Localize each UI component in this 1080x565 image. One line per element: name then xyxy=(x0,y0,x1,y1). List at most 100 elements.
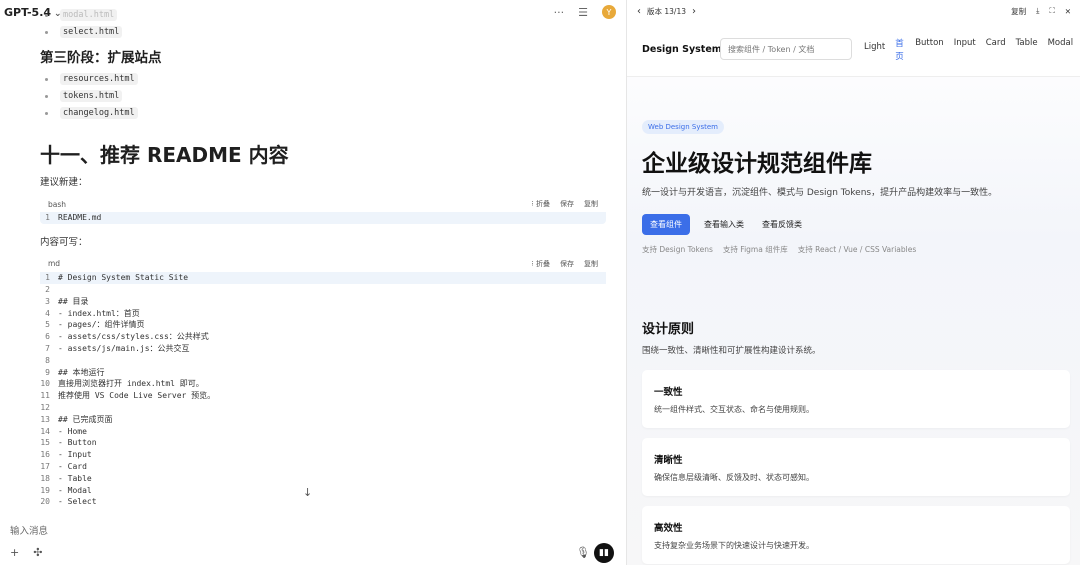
principle-card: 高效性 支持复杂业务场景下的快速设计与快速开发。 xyxy=(642,506,1070,564)
principle-card: 一致性 统一组件样式、交互状态、命名与使用规则。 xyxy=(642,370,1070,428)
line-number: 10 xyxy=(40,379,50,389)
collapse-button[interactable]: ⁝ 折叠 xyxy=(532,199,550,209)
code-text: ## 目录 xyxy=(58,296,89,306)
code-line: 1 README.md xyxy=(40,212,606,224)
nav-link-home[interactable]: 首页 xyxy=(895,38,905,64)
stage3-heading: 第三阶段：扩展站点 xyxy=(40,50,162,66)
code-text: ## 已完成页面 xyxy=(58,414,113,424)
line-number: 15 xyxy=(40,438,50,448)
code-line: 4 - index.html：首页 xyxy=(40,307,606,319)
code-actions: ⁝ 折叠 保存 复制 xyxy=(532,259,598,269)
nav-link-table[interactable]: Table xyxy=(1016,38,1038,64)
code-line: 5 - pages/：组件详情页 xyxy=(40,319,606,331)
card-title: 清晰性 xyxy=(654,455,683,466)
nav-link-input[interactable]: Input xyxy=(954,38,976,64)
code-line: 10 直接用浏览器打开 index.html 即可。 xyxy=(40,378,606,390)
chevron-left-icon[interactable]: ‹ xyxy=(637,6,641,17)
chevron-right-icon[interactable]: › xyxy=(692,6,696,17)
site-brand[interactable]: Design System xyxy=(642,44,722,55)
list-item: modal.html xyxy=(40,6,606,23)
line-number: 20 xyxy=(40,497,50,507)
support-item: 支持 React / Vue / CSS Variables xyxy=(797,245,917,254)
code-text: - assets/js/main.js：公共交互 xyxy=(58,343,190,353)
line-number: 6 xyxy=(45,332,50,342)
list-item: resources.html xyxy=(40,70,606,87)
code-text: # Design System Static Site xyxy=(58,273,189,283)
copy-button[interactable]: 复制 xyxy=(584,199,598,209)
nav-link-modal[interactable]: Modal xyxy=(1048,38,1074,64)
code-line: 14 - Home xyxy=(40,425,606,437)
code-line: 13 ## 已完成页面 xyxy=(40,413,606,425)
code-line: 11 推荐使用 VS Code Live Server 预览。 xyxy=(40,390,606,402)
code-text: 推荐使用 VS Code Live Server 预览。 xyxy=(58,391,216,401)
message-input[interactable]: 输入消息 xyxy=(10,523,48,537)
line-number: 17 xyxy=(40,461,50,471)
section-heading: 十一、推荐 README 内容 xyxy=(40,143,289,167)
list-item: tokens.html xyxy=(40,87,606,104)
line-number: 7 xyxy=(45,343,50,353)
code-lines: 1 README.md xyxy=(40,212,606,224)
list-item: changelog.html xyxy=(40,104,606,121)
code-lines: 1 # Design System Static Site 2 3 ## 目录 4 - in… xyxy=(40,271,606,508)
view-inputs-button[interactable]: 查看输入类 xyxy=(700,214,748,235)
download-icon[interactable]: ⤓ xyxy=(1036,6,1039,16)
scroll-down-icon[interactable]: ↓ xyxy=(303,486,312,499)
site-navbar: Design System 搜索组件 / Token / 文档 Light 首页… xyxy=(627,22,1080,77)
chat-pane: GPT-5.4 ⌄ ··· ☰ Y modal.html select.html … xyxy=(0,0,626,565)
preview-pane: ‹ 版本 13/13 › 复制 ⤓ ⛶ ✕ Design System 搜索组件… xyxy=(626,0,1080,565)
message-content: modal.html select.html 第三阶段：扩展站点 resourc… xyxy=(40,0,606,518)
mic-icon[interactable]: 🎙 xyxy=(576,546,590,559)
theme-toggle[interactable]: Light xyxy=(864,42,885,64)
card-description: 确保信息层级清晰、反馈及时、状态可感知。 xyxy=(654,473,814,482)
save-button[interactable]: 保存 xyxy=(560,259,574,269)
plus-icon[interactable]: + xyxy=(10,546,19,559)
save-button[interactable]: 保存 xyxy=(560,199,574,209)
code-line: 17 - Card xyxy=(40,461,606,473)
code-block-md: md ⁝ 折叠 保存 复制 1 # Design System Static Si… xyxy=(40,255,606,508)
line-number: 4 xyxy=(45,308,50,318)
site-search-input[interactable]: 搜索组件 / Token / 文档 xyxy=(720,38,852,60)
copy-button[interactable]: 复制 xyxy=(1011,6,1026,17)
code-text: ## 本地运行 xyxy=(58,367,105,377)
site-preview: Design System 搜索组件 / Token / 文档 Light 首页… xyxy=(627,22,1080,565)
card-title: 一致性 xyxy=(654,387,683,398)
voice-mode-icon[interactable]: ▮▮ xyxy=(594,543,614,563)
bullet-icon xyxy=(45,31,48,34)
inline-code: modal.html xyxy=(60,8,118,21)
code-line: 16 - Input xyxy=(40,449,606,461)
bullet-icon xyxy=(45,95,48,98)
view-components-button[interactable]: 查看组件 xyxy=(642,214,690,235)
code-text: - Select xyxy=(58,497,97,507)
code-block-bash: bash ⁝ 折叠 保存 复制 1 README.md xyxy=(40,196,606,224)
collapse-button[interactable]: ⁝ 折叠 xyxy=(532,259,550,269)
code-language: bash xyxy=(48,199,67,209)
inline-code: tokens.html xyxy=(60,89,123,102)
hero-tag: Web Design System xyxy=(642,120,724,134)
code-text: - Home xyxy=(58,426,87,436)
copy-button[interactable]: 复制 xyxy=(584,259,598,269)
code-text: - index.html：首页 xyxy=(58,308,140,318)
line-number: 14 xyxy=(40,426,50,436)
code-actions: ⁝ 折叠 保存 复制 xyxy=(532,199,598,209)
fullscreen-icon[interactable]: ⛶ xyxy=(1049,6,1054,16)
nav-link-button[interactable]: Button xyxy=(915,38,943,64)
line-number: 9 xyxy=(45,367,50,377)
collapse-label: 折叠 xyxy=(536,200,550,208)
principles-title: 设计原则 xyxy=(642,322,695,337)
version-switcher: ‹ 版本 13/13 › xyxy=(637,6,696,17)
code-text: - Button xyxy=(58,438,97,448)
tools-icon[interactable]: ✣ xyxy=(33,546,42,559)
hero-description: 统一设计与开发语言，沉淀组件、模式与 Design Tokens，提升产品构建效… xyxy=(642,188,998,198)
code-line: 2 xyxy=(40,284,606,296)
code-text: - Table xyxy=(58,473,92,483)
code-line: 1 # Design System Static Site xyxy=(40,271,606,284)
line-number: 1 xyxy=(45,213,50,223)
paragraph: 内容可写： xyxy=(40,236,88,248)
line-number: 2 xyxy=(45,284,50,294)
hero-buttons: 查看组件 查看输入类 查看反馈类 xyxy=(642,214,806,235)
close-icon[interactable]: ✕ xyxy=(1065,7,1071,16)
line-number: 11 xyxy=(40,391,50,401)
view-feedback-button[interactable]: 查看反馈类 xyxy=(758,214,806,235)
nav-link-card[interactable]: Card xyxy=(986,38,1006,64)
code-block-header: md ⁝ 折叠 保存 复制 xyxy=(40,255,606,272)
